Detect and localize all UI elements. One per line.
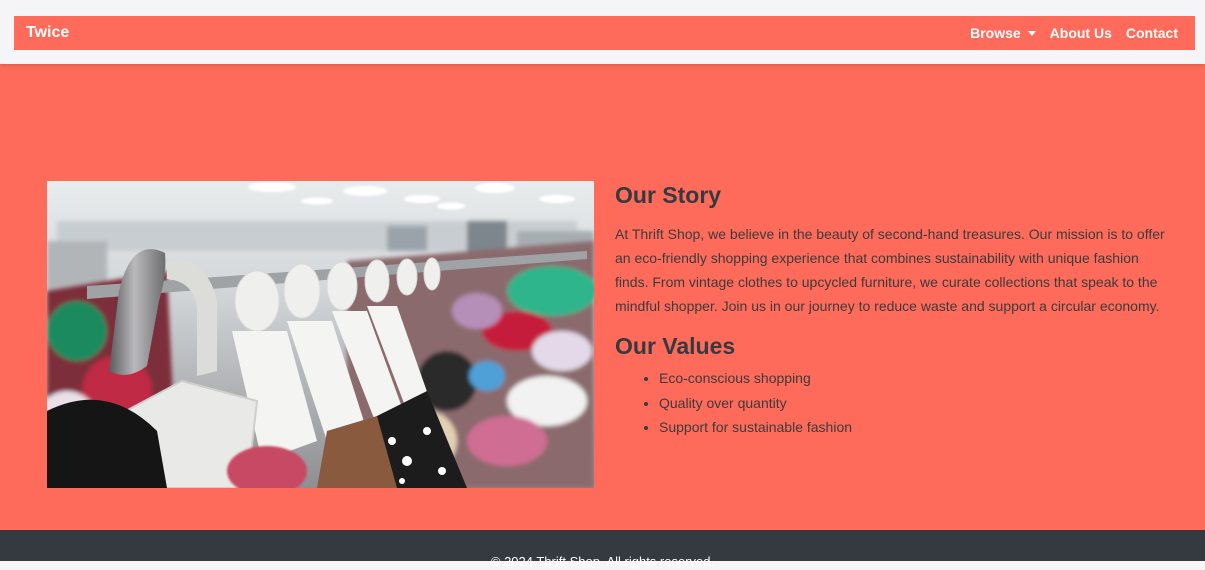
story-heading: Our Story — [615, 182, 722, 208]
list-item: Quality over quantity — [659, 391, 1175, 416]
brand-logo[interactable]: Twice — [26, 24, 69, 42]
about-text: Our Story At Thrift Shop, we believe in … — [615, 181, 1175, 440]
chevron-down-icon — [1027, 31, 1036, 36]
nav-contact[interactable]: Contact — [1126, 25, 1178, 41]
nav-browse-dropdown[interactable]: Browse — [970, 25, 1036, 41]
nav-links: Browse About Us Contact — [956, 25, 1178, 41]
nav-about-us[interactable]: About Us — [1050, 25, 1112, 41]
list-item: Eco-conscious shopping — [659, 366, 1175, 391]
values-list: Eco-conscious shopping Quality over quan… — [615, 366, 1175, 440]
story-paragraph: At Thrift Shop, we believe in the beauty… — [615, 226, 1165, 314]
nav-browse-label: Browse — [970, 25, 1021, 41]
thrift-store-clothes-rack-image — [47, 181, 594, 488]
copyright-text: © 2024 Thrift Shop. All rights reserved. — [490, 554, 715, 569]
about-section: Our Story At Thrift Shop, we believe in … — [0, 64, 1205, 530]
navbar: Twice Browse About Us Contact — [14, 16, 1195, 50]
values-heading: Our Values — [615, 333, 736, 359]
site-header: Twice Browse About Us Contact — [0, 0, 1205, 64]
list-item: Support for sustainable fashion — [659, 415, 1175, 440]
site-footer: © 2024 Thrift Shop. All rights reserved. — [0, 530, 1205, 569]
